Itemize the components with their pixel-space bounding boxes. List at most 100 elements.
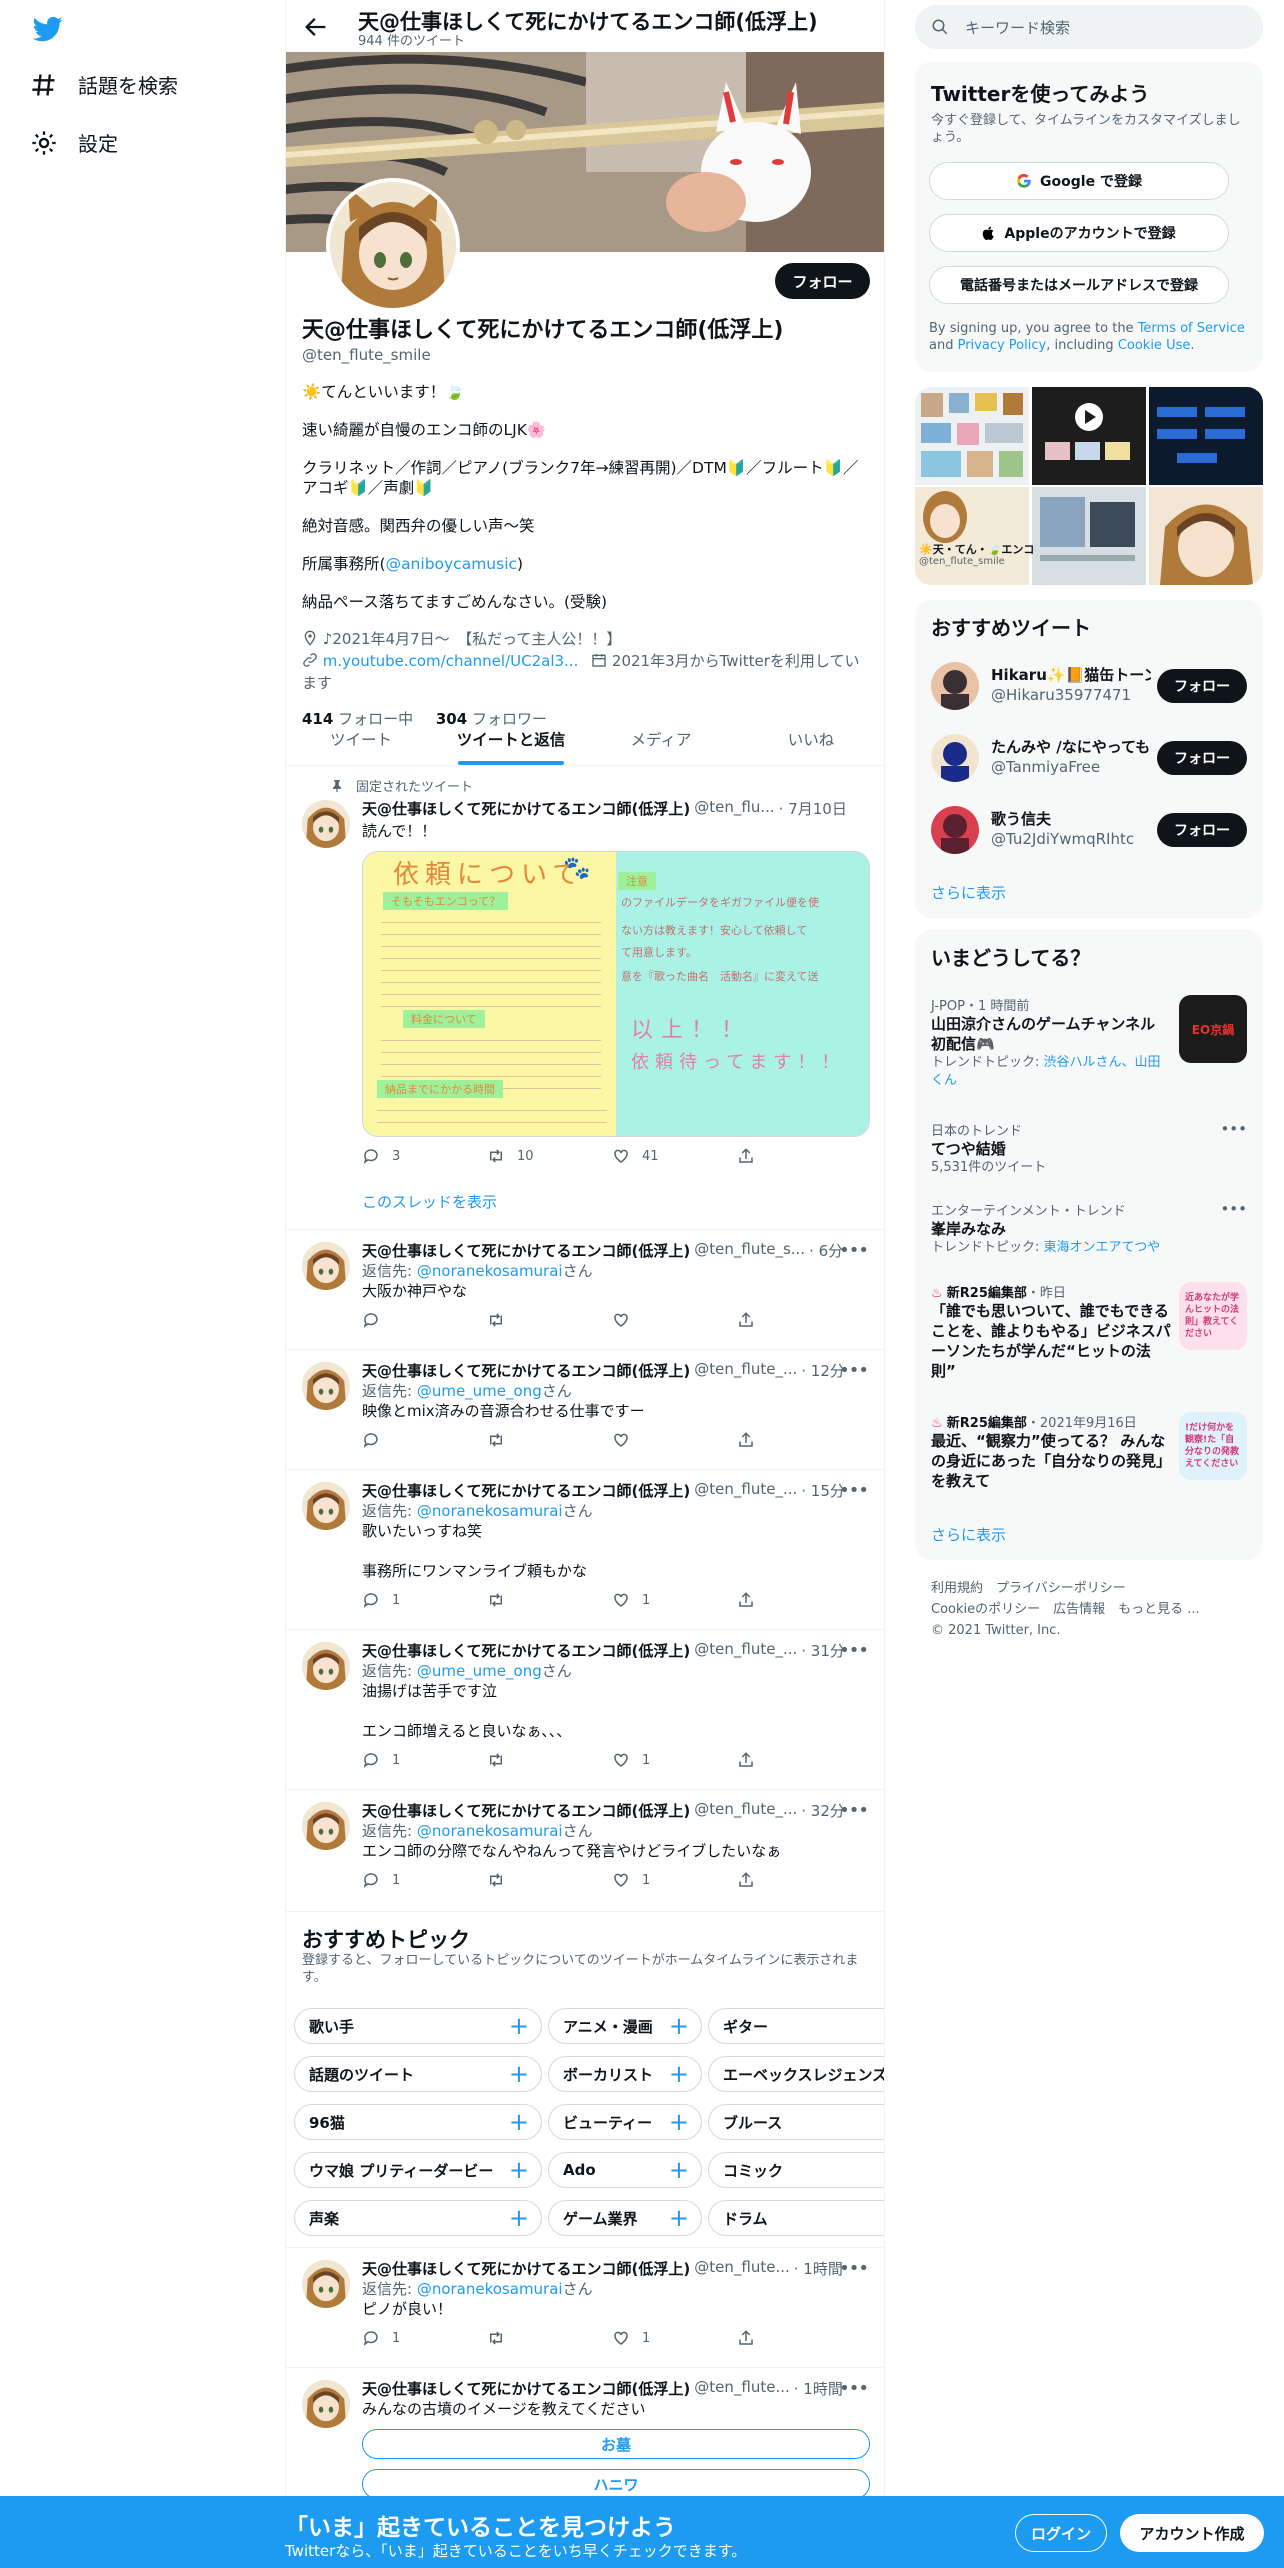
plus-icon[interactable]: + [669,2060,689,2088]
profile-url-link[interactable]: m.youtube.com/channel/UC2al3... [323,652,579,670]
tweet[interactable]: ••• 天@仕事ほしくて死にかけてるエンコ師(低浮上) @ten_flute_...… [286,1790,884,1912]
rec-avatar[interactable] [931,662,979,710]
topic-chip[interactable]: ゲーム業界 + [548,2200,702,2236]
rec-account[interactable]: Hikaru✨📙猫缶トーン @Hikaru35977471 フォロー [915,650,1263,722]
plus-icon[interactable]: + [669,2204,689,2232]
like-button[interactable] [612,1311,737,1329]
back-arrow-icon[interactable] [302,13,330,41]
cookie-link[interactable]: Cookie Use [1118,338,1191,353]
trend-topic-link[interactable]: 東海オンエアてつや [1044,1240,1161,1255]
rec-avatar[interactable] [931,734,979,782]
more-options-icon[interactable]: ••• [1220,1120,1247,1138]
footer-line[interactable]: Cookieのポリシー 広告情報 もっと見る ... [931,1599,1200,1620]
tweet-time[interactable]: · 1時間 [794,2258,843,2279]
share-button[interactable] [737,1871,862,1889]
tweet-time[interactable]: · 31分 [801,1640,845,1661]
more-options-icon[interactable]: ••• [1220,1200,1247,1218]
share-button[interactable] [737,1591,862,1609]
tweet-time[interactable]: · 15分 [801,1480,845,1501]
reply-button[interactable]: 1 [362,2329,487,2347]
google-signup-button[interactable]: Google で登録 [929,162,1229,200]
plus-icon[interactable]: + [509,2204,529,2232]
plus-icon[interactable]: + [509,2012,529,2040]
topic-chip[interactable]: アニメ・漫画 + [548,2008,702,2044]
share-button[interactable] [737,1431,862,1449]
retweet-button[interactable] [487,1431,612,1449]
reply-button[interactable]: 3 [362,1147,487,1165]
rec-account[interactable]: 歌う信夫 @Tu2JdiYwmqRIhtc フォロー [915,794,1263,866]
tweet-avatar[interactable] [302,1642,350,1690]
rec-follow-button[interactable]: フォロー [1157,813,1247,847]
nav-settings[interactable]: 設定 [30,128,118,157]
poll-option[interactable]: お墓 [362,2429,870,2459]
tweet-avatar[interactable] [302,1362,350,1410]
show-more-link[interactable]: さらに表示 [931,882,1006,903]
apple-signup-button[interactable]: Appleのアカウントで登録 [929,214,1229,252]
show-more-link[interactable]: さらに表示 [931,1524,1006,1545]
retweet-button[interactable] [487,1751,612,1769]
like-button[interactable]: 1 [612,1871,737,1889]
rec-avatar[interactable] [931,806,979,854]
like-button[interactable]: 1 [612,2329,737,2347]
topic-chip[interactable]: Ado + [548,2152,702,2188]
tweet-time[interactable]: · 6分 [809,1240,843,1261]
search-box[interactable]: キーワード検索 [915,5,1263,49]
signup-button[interactable]: アカウント作成 [1120,2514,1264,2552]
tweet[interactable]: ••• 天@仕事ほしくて死にかけてるエンコ師(低浮上) @ten_flute_s..… [286,1230,884,1350]
rec-follow-button[interactable]: フォロー [1157,669,1247,703]
tweet-time[interactable]: · 7月10日 [779,798,847,819]
tweet[interactable]: ••• 天@仕事ほしくて死にかけてるエンコ師(低浮上) @ten_flute_...… [286,1630,884,1790]
topic-chip[interactable]: 96猫 + [294,2104,542,2140]
plus-icon[interactable]: + [669,2156,689,2184]
like-button[interactable]: 41 [612,1147,737,1165]
pinned-tweet[interactable]: 固定されたツイート 天@仕事ほしくて死にかけてるエンコ師(低浮上) @ten_fl… [286,766,884,1230]
topic-chip[interactable]: ドラム [708,2200,884,2236]
tweet-author[interactable]: 天@仕事ほしくて死にかけてるエンコ師(低浮上) [362,1240,690,1261]
topic-chip[interactable]: 歌い手 + [294,2008,542,2044]
tweet-author[interactable]: 天@仕事ほしくて死にかけてるエンコ師(低浮上) [362,1800,690,1821]
reply-button[interactable] [362,1311,487,1329]
topic-chip[interactable]: 話題のツイート + [294,2056,542,2092]
tweet-avatar[interactable] [302,1482,350,1530]
reply-to-link[interactable]: @noranekosamurai [417,1262,563,1280]
trend-item[interactable]: ♨ 新R25編集部・2021年9月16日 最近、“観察力”使ってる？ みんなの身… [931,1412,1247,1491]
retweet-button[interactable]: 10 [487,1147,612,1165]
topic-chip[interactable]: 声楽 + [294,2200,542,2236]
poll-option[interactable]: ハニワ [362,2469,870,2499]
reply-to-link[interactable]: @ume_ume_ong [417,1662,542,1680]
plus-icon[interactable]: + [669,2012,689,2040]
trend-item[interactable]: エンターテインメント・トレンド 峯岸みなみ トレンドトピック: 東海オンエアてつ… [931,1200,1247,1257]
retweet-button[interactable] [487,1311,612,1329]
reply-to-link[interactable]: @noranekosamurai [417,1502,563,1520]
tweet-author[interactable]: 天@仕事ほしくて死にかけてるエンコ師(低浮上) [362,1360,690,1381]
twitter-logo-icon[interactable] [30,14,66,44]
topic-chip[interactable]: ブルース [708,2104,884,2140]
trend-item[interactable]: 日本のトレンド てつや結婚 5,531件のツイート ••• [931,1120,1247,1177]
trend-item[interactable]: ♨ 新R25編集部・昨日 「誰でも思いついて、誰でもできることを、誰よりもやる」… [931,1282,1247,1381]
reply-button[interactable]: 1 [362,1591,487,1609]
topic-chip[interactable]: コミック [708,2152,884,2188]
agency-link[interactable]: @aniboycamusic [386,555,517,573]
media-grid[interactable]: ☀️天・てん・🍃エンコ @ten_flute_smile [915,387,1263,585]
reply-button[interactable]: 1 [362,1751,487,1769]
reply-to-link[interactable]: @ume_ume_ong [417,1382,542,1400]
profile-avatar[interactable] [326,178,460,312]
show-thread-link[interactable]: このスレッドを表示 [362,1191,870,1212]
rec-account[interactable]: たんみや /なにやってもク @TanmiyaFree フォロー [915,722,1263,794]
tweet[interactable]: ••• 天@仕事ほしくて死にかけてるエンコ師(低浮上) @ten_flute... ·… [286,2248,884,2368]
phone-email-signup-button[interactable]: 電話番号またはメールアドレスで登録 [929,266,1229,304]
tweet-time[interactable]: · 12分 [801,1360,845,1381]
tweet-avatar[interactable] [302,1242,350,1290]
share-button[interactable] [737,1311,862,1329]
reply-to-link[interactable]: @noranekosamurai [417,2280,563,2298]
reply-button[interactable] [362,1431,487,1449]
tweet-author[interactable]: 天@仕事ほしくて死にかけてるエンコ師(低浮上) [362,1640,690,1661]
retweet-button[interactable] [487,2329,612,2347]
nav-explore[interactable]: 話題を検索 [30,70,178,99]
privacy-link[interactable]: Privacy Policy [958,338,1047,353]
tab-tweets-and-replies[interactable]: ツイートと返信 [436,713,586,765]
like-button[interactable]: 1 [612,1591,737,1609]
tab-tweets[interactable]: ツイート [286,713,436,765]
share-button[interactable] [737,1147,862,1165]
share-button[interactable] [737,1751,862,1769]
